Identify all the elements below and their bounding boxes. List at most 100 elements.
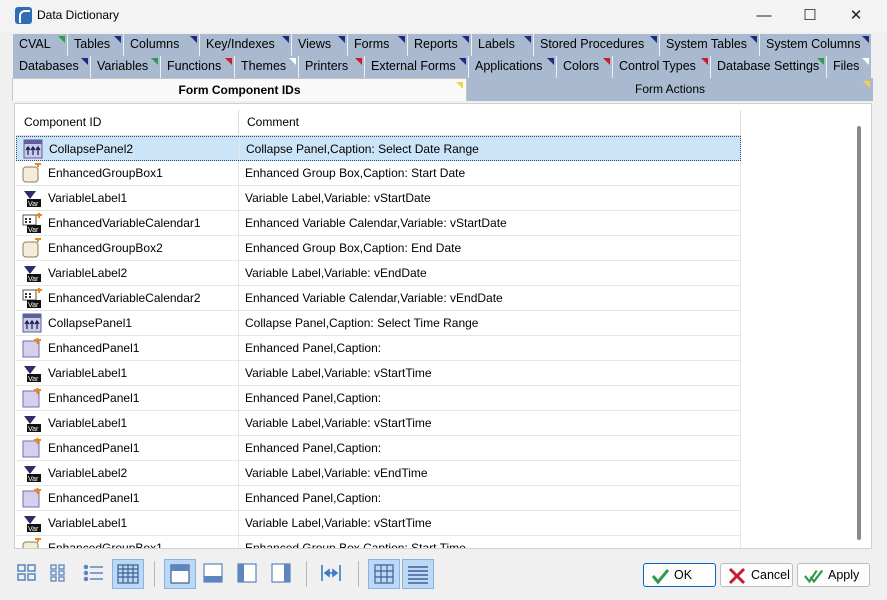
details-view-button[interactable]: [112, 559, 144, 589]
tab-files[interactable]: Files: [827, 56, 872, 78]
fit-width-button[interactable]: [316, 559, 348, 589]
table-row[interactable]: Var VariableLabel1 Variable Label,Variable…: [16, 411, 741, 436]
subtab-form-actions[interactable]: Form Actions: [467, 78, 873, 101]
table-row[interactable]: CollapsePanel1 Collapse Panel,Caption: Se…: [16, 311, 741, 336]
comment-cell: Variable Label,Variable: vStartTime: [239, 411, 741, 435]
tab-label: System Tables: [666, 37, 748, 51]
comment-cell: Enhanced Variable Calendar,Variable: vEn…: [239, 286, 741, 310]
component-id-cell: EnhancedGroupBox1: [16, 161, 239, 185]
layout-right-button[interactable]: [266, 559, 298, 589]
tab-system-tables[interactable]: System Tables: [660, 34, 760, 56]
table-row[interactable]: Var EnhancedVariableCalendar2 Enhanced Var…: [16, 286, 741, 311]
tab-database-settings[interactable]: Database Settings: [711, 56, 827, 78]
tab-label: Themes: [241, 59, 287, 73]
tab-themes[interactable]: Themes: [235, 56, 299, 78]
large-icons-view-button[interactable]: [12, 559, 44, 589]
subtab-bar: Form Component IDs Form Actions: [12, 78, 873, 101]
fit-width-icon: [321, 565, 341, 581]
tab-reports[interactable]: Reports: [408, 34, 472, 56]
layout-left-button[interactable]: [232, 559, 264, 589]
table-row[interactable]: Var VariableLabel1 Variable Label,Variable…: [16, 186, 741, 211]
tab-label: Variables: [97, 59, 149, 73]
tab-label: Database Settings: [717, 59, 820, 73]
tab-marker-icon: [398, 36, 405, 43]
tab-forms[interactable]: Forms: [348, 34, 408, 56]
tab-label: Stored Procedures: [540, 37, 645, 51]
variable-label-icon: Var: [22, 363, 42, 383]
row-lines-button[interactable]: [402, 559, 434, 589]
minimize-button[interactable]: —: [741, 0, 787, 32]
tab-columns[interactable]: Columns: [124, 34, 200, 56]
table-row[interactable]: Var VariableLabel2 Variable Label,Variable…: [16, 461, 741, 486]
tab-label: Files: [833, 59, 860, 73]
group-box-icon: [22, 236, 42, 258]
tab-label: Columns: [130, 37, 180, 51]
subtab-form-component-ids[interactable]: Form Component IDs: [12, 78, 467, 101]
table-row[interactable]: EnhancedPanel1 Enhanced Panel,Caption:: [16, 436, 741, 461]
component-id: EnhancedGroupBox1: [48, 541, 163, 548]
column-header-comment[interactable]: Comment: [239, 110, 741, 135]
tab-label: Views: [298, 37, 332, 51]
tab-colors[interactable]: Colors: [557, 56, 613, 78]
tab-marker-icon: [81, 58, 88, 65]
svg-text:Var: Var: [28, 376, 39, 383]
table-row[interactable]: EnhancedGroupBox2 Enhanced Group Box,Capt…: [16, 236, 741, 261]
table-row[interactable]: Var EnhancedVariableCalendar1 Enhanced Var…: [16, 211, 741, 236]
close-button[interactable]: ✕: [833, 0, 879, 32]
tab-databases[interactable]: Databases: [13, 56, 91, 78]
table-row[interactable]: EnhancedGroupBox1 Enhanced Group Box,Capt…: [16, 161, 741, 186]
tab-functions[interactable]: Functions: [161, 56, 235, 78]
tab-cval[interactable]: CVAL: [13, 34, 68, 56]
component-id-cell: Var EnhancedVariableCalendar2: [16, 286, 239, 310]
scrollbar-thumb[interactable]: [857, 126, 861, 540]
column-header-component-id[interactable]: Component ID: [16, 110, 239, 135]
tab-label: Forms: [354, 37, 390, 51]
tab-row-2: Databases Variables Functions Themes Pri…: [13, 56, 872, 78]
tab-label: Databases: [19, 59, 79, 73]
tab-label: Key/Indexes: [206, 37, 275, 51]
cancel-button[interactable]: Cancel: [720, 563, 793, 587]
tab-stored-procedures[interactable]: Stored Procedures: [534, 34, 660, 56]
table-row[interactable]: EnhancedPanel1 Enhanced Panel,Caption:: [16, 386, 741, 411]
tab-marker-icon: [459, 58, 466, 65]
tab-system-columns[interactable]: System Columns: [760, 34, 872, 56]
tab-external-forms[interactable]: External Forms: [365, 56, 469, 78]
table-row[interactable]: CollapsePanel2 Collapse Panel,Caption: Se…: [16, 136, 741, 161]
table-row[interactable]: Var VariableLabel2 Variable Label,Variable…: [16, 261, 741, 286]
tab-variables[interactable]: Variables: [91, 56, 161, 78]
tab-marker-icon: [862, 36, 869, 43]
comment-cell: Variable Label,Variable: vStartDate: [239, 186, 741, 210]
maximize-button[interactable]: ☐: [787, 0, 833, 32]
large-icons-view-icon: [17, 564, 36, 581]
layout-top-button[interactable]: [164, 559, 196, 589]
list-view-button[interactable]: [78, 559, 110, 589]
subtab-marker-icon: [863, 81, 870, 88]
table-row[interactable]: Var VariableLabel1 Variable Label,Variable…: [16, 511, 741, 536]
tab-views[interactable]: Views: [292, 34, 348, 56]
table-row[interactable]: EnhancedPanel1 Enhanced Panel,Caption:: [16, 336, 741, 361]
apply-button[interactable]: Apply: [797, 563, 870, 587]
component-id: EnhancedPanel1: [48, 441, 140, 455]
tab-marker-icon: [862, 58, 869, 65]
tab-marker-icon: [701, 58, 708, 65]
grid-lines-button[interactable]: [368, 559, 400, 589]
component-id: EnhancedPanel1: [48, 341, 140, 355]
layout-bottom-button[interactable]: [198, 559, 230, 589]
tab-key-indexes[interactable]: Key/Indexes: [200, 34, 292, 56]
window-title: Data Dictionary: [37, 8, 120, 22]
tab-tables[interactable]: Tables: [68, 34, 124, 56]
vertical-scrollbar[interactable]: [854, 126, 866, 540]
small-icons-view-button[interactable]: [45, 559, 77, 589]
ok-button[interactable]: OK: [643, 563, 716, 587]
tab-control-types[interactable]: Control Types: [613, 56, 711, 78]
component-id: VariableLabel1: [48, 191, 128, 205]
tab-printers[interactable]: Printers: [299, 56, 365, 78]
table-row[interactable]: Var VariableLabel1 Variable Label,Variable…: [16, 361, 741, 386]
grid-lines-icon: [374, 564, 394, 584]
tab-applications[interactable]: Applications: [469, 56, 557, 78]
bottom-toolbar: OK Cancel Apply: [0, 553, 887, 597]
tab-labels[interactable]: Labels: [472, 34, 534, 56]
component-id: EnhancedVariableCalendar2: [48, 291, 201, 305]
table-row[interactable]: EnhancedGroupBox1 Enhanced Group Box,Capt…: [16, 536, 741, 548]
table-row[interactable]: EnhancedPanel1 Enhanced Panel,Caption:: [16, 486, 741, 511]
